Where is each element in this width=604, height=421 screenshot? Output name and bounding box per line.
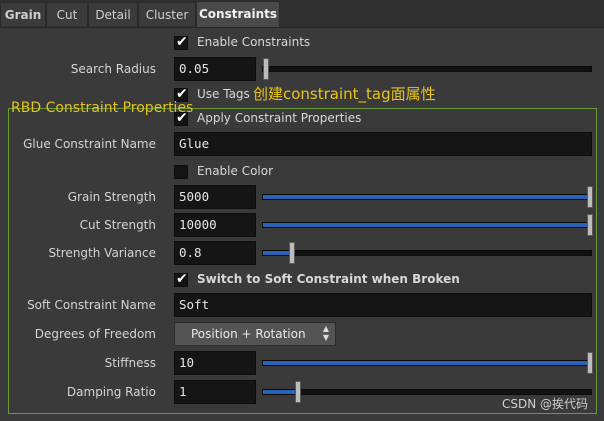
slider-handle[interactable]	[587, 214, 593, 236]
enable-constraints-checkbox[interactable]: ✔	[174, 34, 188, 50]
slider-handle[interactable]	[263, 58, 269, 80]
search-radius-label: Search Radius	[70, 62, 156, 76]
glue-constraint-name-label: Glue Constraint Name	[23, 137, 156, 151]
up-down-arrows-icon: ▲ ▼	[322, 324, 329, 342]
strength-variance-label: Strength Variance	[48, 246, 156, 260]
tab-bar: Grain Cut Detail Cluster Constraints	[0, 0, 604, 28]
strength-variance-slider[interactable]	[262, 242, 592, 264]
glue-constraint-name-field[interactable]: Glue	[174, 132, 592, 156]
tab-constraints[interactable]: Constraints	[196, 1, 280, 27]
slider-fill	[263, 195, 589, 199]
watermark: CSDN @挨代码	[501, 397, 588, 411]
tab-cluster[interactable]: Cluster	[138, 2, 196, 26]
annotation-text: 创建constraint_tag面属性	[253, 85, 436, 103]
slider-handle[interactable]	[289, 242, 295, 264]
degrees-of-freedom-dropdown[interactable]: Position + Rotation ▲ ▼	[174, 322, 336, 346]
slider-fill	[263, 361, 589, 365]
tab-grain[interactable]: Grain	[0, 2, 46, 26]
stiffness-slider[interactable]	[262, 352, 593, 374]
cut-strength-label: Cut Strength	[79, 218, 156, 232]
soft-constraint-name-label: Soft Constraint Name	[27, 298, 156, 312]
enable-color-label: Enable Color	[197, 164, 274, 178]
damping-ratio-label: Damping Ratio	[66, 385, 156, 399]
use-tags-label: Use Tags	[197, 87, 250, 101]
slider-handle[interactable]	[587, 352, 593, 374]
cut-strength-field[interactable]: 10000	[174, 213, 256, 237]
dropdown-value: Position + Rotation	[191, 327, 306, 341]
apply-constraint-properties-checkbox[interactable]: ✔	[174, 110, 188, 126]
enable-color-checkbox[interactable]	[174, 165, 188, 179]
apply-constraint-properties-label: Apply Constraint Properties	[197, 111, 362, 125]
cut-strength-slider[interactable]	[262, 214, 593, 236]
degrees-of-freedom-label: Degrees of Freedom	[34, 327, 156, 341]
checkmark-icon: ✔	[176, 110, 188, 126]
slider-fill	[263, 223, 589, 227]
slider-handle[interactable]	[295, 381, 301, 403]
grain-strength-field[interactable]: 5000	[174, 185, 256, 209]
stiffness-label: Stiffness	[104, 356, 156, 370]
tab-detail[interactable]: Detail	[88, 2, 138, 26]
switch-soft-constraint-checkbox[interactable]: ✔	[174, 271, 188, 287]
checkmark-icon: ✔	[176, 34, 188, 50]
stiffness-field[interactable]: 10	[174, 351, 256, 375]
strength-variance-field[interactable]: 0.8	[174, 241, 256, 265]
search-radius-field[interactable]: 0.05	[174, 57, 256, 81]
damping-ratio-field[interactable]: 1	[174, 380, 256, 404]
switch-soft-constraint-label: Switch to Soft Constraint when Broken	[197, 272, 460, 286]
tab-cut[interactable]: Cut	[46, 2, 88, 26]
grain-strength-label: Grain Strength	[67, 190, 156, 204]
soft-constraint-name-field[interactable]: Soft	[174, 293, 592, 317]
slider-handle[interactable]	[587, 186, 593, 208]
group-title: RBD Constraint Properties	[11, 100, 194, 116]
grain-strength-slider[interactable]	[262, 186, 593, 208]
slider-fill	[263, 390, 297, 394]
search-radius-slider[interactable]	[262, 58, 592, 80]
slider-fill	[263, 251, 291, 255]
enable-constraints-label: Enable Constraints	[197, 35, 311, 49]
checkmark-icon: ✔	[176, 271, 188, 287]
